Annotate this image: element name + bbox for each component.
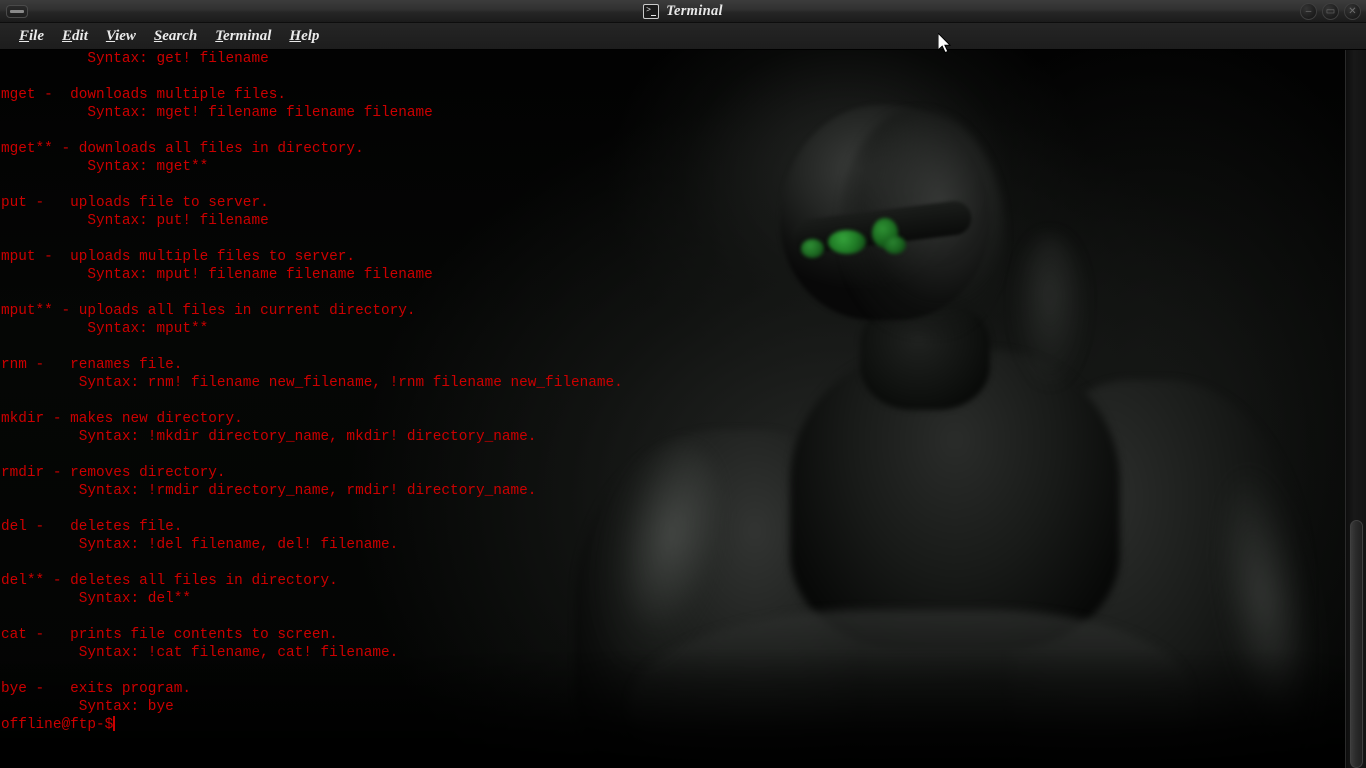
- terminal-window: > Terminal – ▭ ✕ File Edit View Search T…: [0, 0, 1366, 768]
- text-cursor: [113, 716, 116, 731]
- menu-label: ile: [29, 27, 45, 44]
- titlebar-center: > Terminal: [0, 0, 1366, 23]
- maximize-icon: ▭: [1325, 5, 1336, 17]
- menu-item-search[interactable]: Search: [145, 26, 206, 47]
- menu-mnemonic: V: [105, 27, 116, 44]
- terminal-screen[interactable]: Syntax: get! filename mget - downloads m…: [0, 50, 1345, 768]
- window-titlebar: > Terminal – ▭ ✕: [0, 0, 1366, 23]
- maximize-button[interactable]: ▭: [1322, 3, 1339, 20]
- minimize-button[interactable]: –: [1300, 3, 1317, 20]
- close-icon: ✕: [1348, 5, 1357, 17]
- terminal-prompt: offline@ftp-$: [1, 717, 114, 733]
- menu-label: earch: [162, 27, 198, 44]
- window-controls: – ▭ ✕: [1300, 3, 1361, 20]
- minimize-icon: –: [1305, 5, 1312, 17]
- menu-item-view[interactable]: View: [97, 26, 145, 47]
- terminal-output: Syntax: get! filename mget - downloads m…: [0, 50, 1345, 734]
- menu-item-terminal[interactable]: Terminal: [206, 26, 280, 47]
- menu-label: erminal: [223, 27, 272, 44]
- menubar: File Edit View Search Terminal Help: [0, 23, 1366, 50]
- window-title: Terminal: [666, 3, 723, 19]
- menu-label: iew: [115, 27, 136, 44]
- vertical-scrollbar[interactable]: [1345, 50, 1366, 768]
- menu-item-edit[interactable]: Edit: [53, 26, 97, 47]
- menu-mnemonic: H: [289, 27, 302, 44]
- menu-mnemonic: E: [62, 27, 73, 44]
- menu-item-help[interactable]: Help: [280, 26, 328, 47]
- menu-mnemonic: T: [215, 27, 224, 44]
- menu-mnemonic: F: [19, 27, 30, 44]
- close-button[interactable]: ✕: [1344, 3, 1361, 20]
- menu-label: elp: [301, 27, 320, 44]
- menu-mnemonic: S: [153, 27, 163, 44]
- terminal-output-text: Syntax: get! filename mget - downloads m…: [1, 51, 623, 715]
- scrollbar-thumb[interactable]: [1350, 520, 1363, 768]
- menu-item-file[interactable]: File: [10, 26, 53, 47]
- terminal-prompt-icon: >: [643, 4, 660, 19]
- menu-label: dit: [72, 27, 88, 44]
